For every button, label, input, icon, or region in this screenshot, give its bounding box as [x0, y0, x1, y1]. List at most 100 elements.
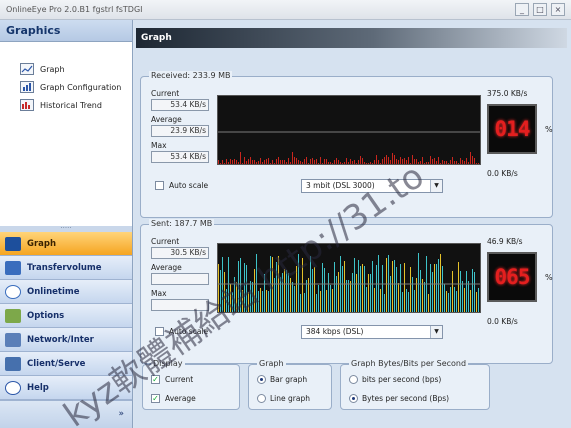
received-traffic-bar — [384, 157, 385, 164]
received-traffic-bar — [478, 163, 479, 164]
received-traffic-bar — [390, 160, 391, 164]
sent-traffic-bar — [356, 274, 357, 312]
sent-traffic-bar — [250, 281, 251, 312]
sent-chart-svg — [218, 253, 480, 312]
received-traffic-bar — [294, 157, 295, 164]
received-traffic-bar — [264, 160, 265, 164]
received-traffic-bar — [420, 161, 421, 164]
sent-autoscale[interactable]: Auto scale — [155, 327, 208, 336]
maximize-button[interactable]: □ — [533, 3, 547, 16]
received-traffic-bar — [368, 163, 369, 164]
sent-traffic-bar — [308, 278, 309, 312]
checkbox[interactable] — [155, 327, 164, 336]
received-traffic-bar — [396, 159, 397, 164]
sent-traffic-bar — [474, 272, 475, 312]
nav-item-transfervolume[interactable]: Transfervolume — [0, 256, 132, 280]
received-speed-select[interactable]: 3 mbit (DSL 3000) ▼ — [301, 179, 443, 193]
received-traffic-bar — [480, 154, 481, 165]
received-traffic-bar — [290, 162, 291, 164]
sent-current-value: 30.5 KB/s — [151, 247, 209, 259]
radio-bits-per-second[interactable]: bits per second (bps) — [349, 375, 441, 384]
nav-item-label: Client/Serve — [27, 358, 86, 369]
radio-bytes-per-second[interactable]: Bytes per second (Bps) — [349, 394, 449, 403]
received-traffic-bar — [274, 163, 275, 164]
checkbox-checked[interactable]: ✓ — [151, 375, 160, 384]
radio-bar-graph[interactable]: Bar graph — [257, 375, 307, 384]
nav-item-graph[interactable]: Graph — [0, 232, 132, 256]
sent-traffic-bar — [396, 267, 397, 312]
received-traffic-bar — [300, 161, 301, 164]
display-current[interactable]: ✓ Current — [151, 375, 193, 384]
nav-item-help[interactable]: Help — [0, 376, 132, 400]
received-traffic-bar — [370, 162, 371, 164]
sent-traffic-bar — [446, 291, 447, 312]
sent-traffic-bar — [354, 258, 355, 312]
sent-traffic-bar — [338, 272, 339, 312]
sent-traffic-bar — [334, 262, 335, 312]
minimize-button[interactable]: _ — [515, 3, 529, 16]
received-traffic-bar — [220, 163, 221, 164]
graphics-tree: Graph Graph Configuration Historical Tre… — [0, 42, 132, 114]
sent-traffic-bar — [296, 266, 297, 312]
sent-speed-select[interactable]: 384 kbps (DSL) ▼ — [301, 325, 443, 339]
received-max-value: 53.4 KB/s — [151, 151, 209, 163]
sent-traffic-bar — [366, 287, 367, 312]
sent-traffic-bar — [450, 287, 451, 312]
received-speed-value: 3 mbit (DSL 3000) — [306, 181, 375, 190]
nav-footer[interactable]: » — [0, 400, 132, 428]
sent-traffic-bar — [404, 263, 405, 312]
received-traffic-bar — [334, 160, 335, 164]
nav-item-options[interactable]: Options — [0, 304, 132, 328]
checkbox-checked[interactable]: ✓ — [151, 394, 160, 403]
received-group: Received: 233.9 MB Current 53.4 KB/s Ave… — [140, 71, 553, 218]
graph-config-icon — [20, 81, 34, 93]
received-traffic-bar — [438, 157, 439, 164]
received-traffic-bar — [470, 152, 471, 164]
nav-item-client-server[interactable]: Client/Serve — [0, 352, 132, 376]
trend-icon — [20, 99, 34, 111]
received-traffic-bar — [250, 157, 251, 164]
received-traffic-bar — [342, 163, 343, 164]
sent-traffic-bar — [286, 270, 287, 312]
sent-traffic-bar — [430, 264, 431, 312]
nav-item-network[interactable]: Network/Inter — [0, 328, 132, 352]
close-button[interactable]: × — [551, 3, 565, 16]
sent-group: Sent: 187.7 MB Current 30.5 KB/s Average… — [140, 219, 553, 364]
sent-traffic-bar — [368, 274, 369, 312]
received-traffic-bar — [410, 163, 411, 164]
received-traffic-bar — [418, 162, 419, 164]
received-autoscale[interactable]: Auto scale — [155, 181, 208, 190]
tree-item-graph-configuration[interactable]: Graph Configuration — [20, 78, 132, 96]
sent-traffic-bar — [408, 292, 409, 312]
display-current-label: Current — [165, 375, 194, 384]
radio-unselected[interactable] — [257, 394, 266, 403]
sent-traffic-bar — [352, 273, 353, 312]
tree-item-historical-trend[interactable]: Historical Trend — [20, 96, 132, 114]
chevron-down-icon[interactable]: ▼ — [430, 180, 442, 192]
radio-line-graph[interactable]: Line graph — [257, 394, 310, 403]
sent-traffic-bar — [412, 277, 413, 312]
nav-item-label: Graph — [27, 238, 57, 249]
received-chart-svg — [218, 131, 481, 165]
sent-traffic-bar — [294, 286, 295, 312]
radio-unselected[interactable] — [349, 375, 358, 384]
sent-traffic-bar — [292, 282, 293, 312]
radio-selected[interactable] — [257, 375, 266, 384]
autoscale-label: Auto scale — [169, 181, 209, 190]
checkbox[interactable] — [155, 181, 164, 190]
sent-traffic-bar — [328, 273, 329, 312]
sent-traffic-bar — [254, 269, 255, 312]
window-title: OnlineEye Pro 2.0.B1 fgstrl fsTDGI — [6, 5, 143, 14]
sent-traffic-bar — [320, 291, 321, 312]
received-scale-bottom: 0.0 KB/s — [487, 169, 518, 178]
radio-selected[interactable] — [349, 394, 358, 403]
bar-graph-label: Bar graph — [270, 375, 308, 384]
sent-traffic-bar — [240, 258, 241, 312]
received-traffic-bar — [350, 159, 351, 164]
nav-item-onlinetime[interactable]: Onlinetime — [0, 280, 132, 304]
tree-item-graph[interactable]: Graph — [20, 60, 132, 78]
sent-traffic-bar — [458, 262, 459, 312]
chevron-down-icon[interactable]: ▼ — [430, 326, 442, 338]
display-average[interactable]: ✓ Average — [151, 394, 196, 403]
received-traffic-bar — [330, 162, 331, 164]
